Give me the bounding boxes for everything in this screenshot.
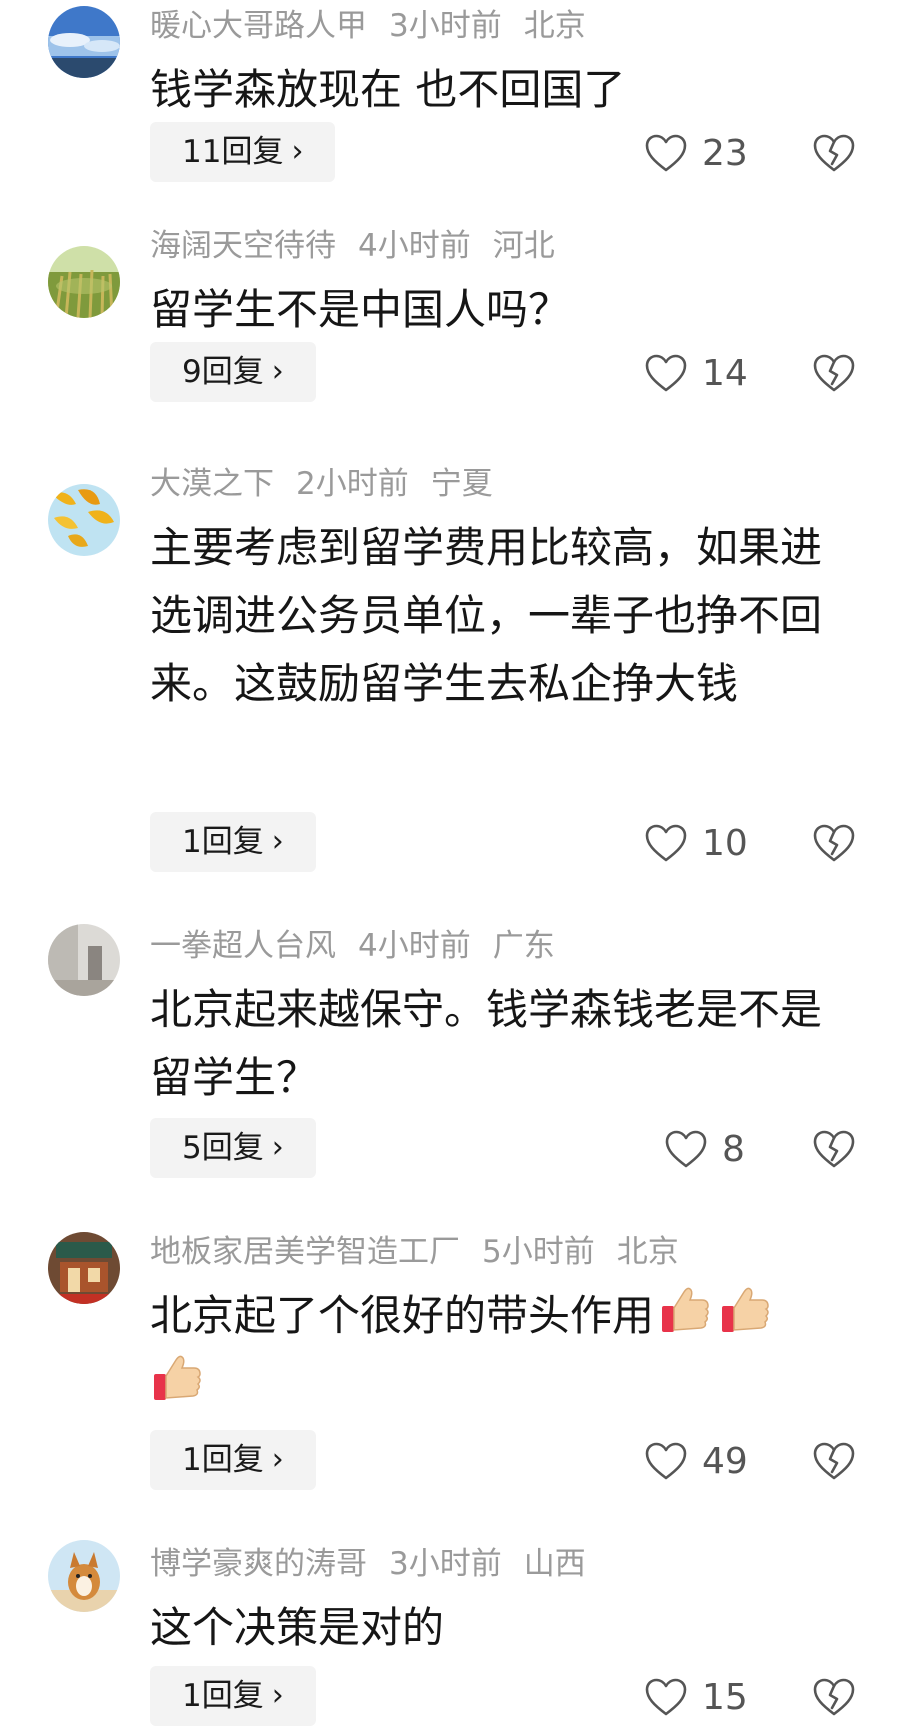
chevron-right-icon: › <box>271 1678 284 1713</box>
location: 广东 <box>492 928 555 964</box>
broken-heart-icon[interactable] <box>812 1439 856 1483</box>
reply-count: 1回复 <box>182 1678 264 1714</box>
wheat-field-avatar <box>48 246 120 318</box>
broken-heart-icon[interactable] <box>812 1675 856 1719</box>
comment-text: 北京起了个很好的带头作用 <box>150 1282 840 1418</box>
reply-button[interactable]: 5回复 › <box>150 1118 316 1178</box>
heart-outline-icon <box>665 1130 707 1168</box>
comment-meta: 大漠之下 2小时前 宁夏 <box>150 464 515 504</box>
comment-text-content: 北京起了个很好的带头作用 <box>150 1291 655 1340</box>
chevron-right-icon: › <box>271 1442 284 1477</box>
broken-heart-icon[interactable] <box>812 131 856 175</box>
like-count: 15 <box>702 1676 748 1718</box>
username[interactable]: 海阔天空待待 <box>150 228 336 264</box>
avatar[interactable] <box>48 6 120 78</box>
comment-meta: 一拳超人台风 4小时前 广东 <box>150 926 577 966</box>
like-count: 14 <box>702 352 748 394</box>
username[interactable]: 暖心大哥路人甲 <box>150 8 367 44</box>
like-count: 8 <box>722 1128 745 1170</box>
comment-meta: 博学豪爽的涛哥 3小时前 山西 <box>150 1544 608 1584</box>
like-button[interactable]: 14 <box>644 348 748 398</box>
avatar[interactable] <box>48 1540 120 1612</box>
comment-text: 这个决策是对的 <box>150 1603 445 1652</box>
reply-button[interactable]: 11回复 › <box>150 122 336 182</box>
heart-outline-icon <box>645 1678 687 1716</box>
location: 河北 <box>492 228 555 264</box>
heart-outline-icon <box>645 134 687 172</box>
broken-heart-icon[interactable] <box>812 351 856 395</box>
corgi-dog-avatar <box>48 1540 120 1612</box>
broken-heart-icon[interactable] <box>812 1127 856 1171</box>
avatar[interactable] <box>48 924 120 996</box>
timestamp: 2小时前 <box>296 466 409 502</box>
reply-count: 9回复 <box>182 354 264 390</box>
comment-text: 北京起来越保守。钱学森钱老是不是留学生？ <box>150 985 823 1102</box>
username[interactable]: 博学豪爽的涛哥 <box>150 1546 367 1582</box>
room-corner-avatar <box>48 924 120 996</box>
reply-button[interactable]: 1回复 › <box>150 812 316 872</box>
like-count: 49 <box>702 1440 748 1482</box>
avatar[interactable] <box>48 1232 120 1304</box>
heart-outline-icon <box>645 1442 687 1480</box>
sky-landscape-avatar <box>48 6 120 78</box>
reply-count: 11回复 <box>182 134 284 170</box>
chevron-right-icon: › <box>271 1130 284 1165</box>
reply-button[interactable]: 9回复 › <box>150 342 316 402</box>
location: 北京 <box>616 1234 679 1270</box>
storefront-avatar <box>48 1232 120 1304</box>
username[interactable]: 一拳超人台风 <box>150 928 336 964</box>
avatar[interactable] <box>48 484 120 556</box>
comment-meta: 地板家居美学智造工厂 5小时前 北京 <box>150 1232 701 1272</box>
location: 北京 <box>523 8 586 44</box>
comment-meta: 海阔天空待待 4小时前 河北 <box>150 226 577 266</box>
location: 山西 <box>523 1546 586 1582</box>
heart-outline-icon <box>645 824 687 862</box>
location: 宁夏 <box>430 466 493 502</box>
chevron-right-icon: › <box>271 354 284 389</box>
timestamp: 5小时前 <box>482 1234 595 1270</box>
reply-button[interactable]: 1回复 › <box>150 1666 316 1726</box>
thumbs-up-emoji <box>718 1282 774 1338</box>
thumbs-up-emoji <box>658 1282 714 1338</box>
comment-text: 钱学森放现在 也不回国了 <box>150 65 626 114</box>
reply-button[interactable]: 1回复 › <box>150 1430 316 1490</box>
timestamp: 3小时前 <box>389 8 502 44</box>
like-button[interactable]: 23 <box>644 128 748 178</box>
comment-meta: 暖心大哥路人甲 3小时前 北京 <box>150 6 608 46</box>
reply-count: 1回复 <box>182 1442 264 1478</box>
like-button[interactable]: 8 <box>664 1124 745 1174</box>
like-count: 10 <box>702 822 748 864</box>
chevron-right-icon: › <box>271 824 284 859</box>
broken-heart-icon[interactable] <box>812 821 856 865</box>
like-button[interactable]: 10 <box>644 818 748 868</box>
reply-count: 1回复 <box>182 824 264 860</box>
comment-text: 主要考虑到留学费用比较高，如果进选调进公务员单位，一辈子也挣不回来。这鼓励留学生… <box>150 523 823 708</box>
timestamp: 4小时前 <box>358 928 471 964</box>
avatar[interactable] <box>48 246 120 318</box>
heart-outline-icon <box>645 354 687 392</box>
timestamp: 4小时前 <box>358 228 471 264</box>
ginkgo-leaves-avatar <box>48 484 120 556</box>
thumbs-up-emoji <box>150 1350 206 1406</box>
username[interactable]: 大漠之下 <box>150 466 274 502</box>
like-button[interactable]: 49 <box>644 1436 748 1486</box>
like-button[interactable]: 15 <box>644 1672 748 1722</box>
username[interactable]: 地板家居美学智造工厂 <box>150 1234 460 1270</box>
chevron-right-icon: › <box>291 134 304 169</box>
comment-text: 留学生不是中国人吗？ <box>150 285 571 334</box>
reply-count: 5回复 <box>182 1130 264 1166</box>
timestamp: 3小时前 <box>389 1546 502 1582</box>
like-count: 23 <box>702 132 748 174</box>
